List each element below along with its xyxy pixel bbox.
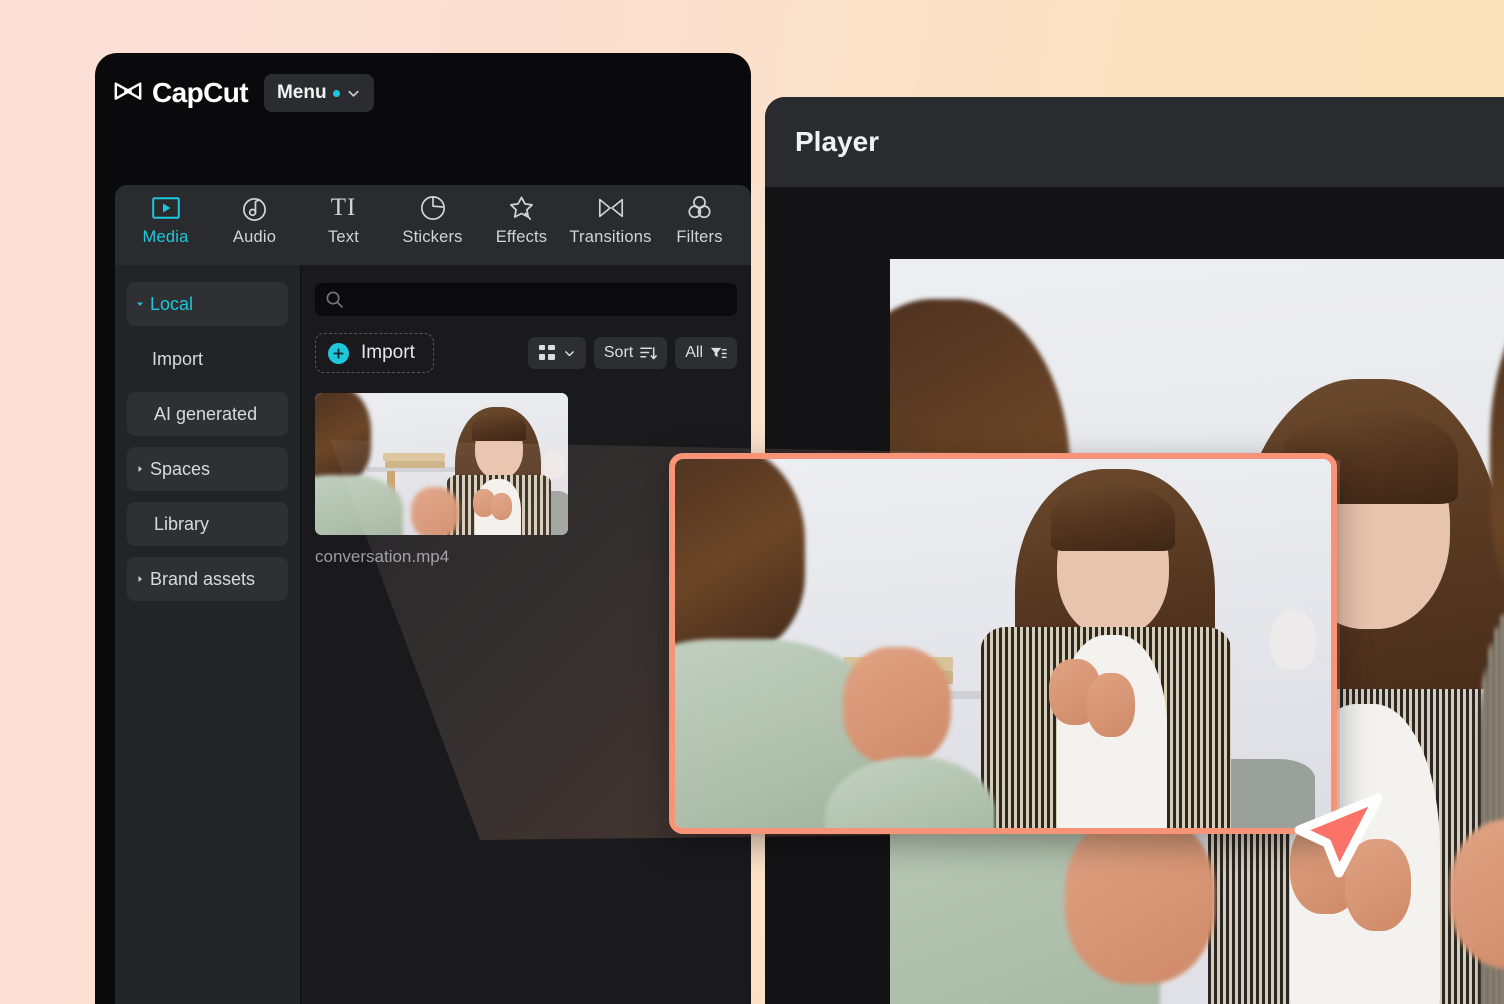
tab-effects-label: Effects bbox=[496, 228, 548, 247]
media-item-name: conversation.mp4 bbox=[315, 547, 568, 567]
menu-button-label: Menu bbox=[277, 82, 327, 104]
filter-funnel-icon bbox=[710, 345, 727, 362]
brand-logo: CapCut bbox=[113, 77, 248, 109]
sidebar-item-import[interactable]: Import bbox=[127, 337, 288, 381]
text-ti-icon: TI bbox=[331, 194, 357, 222]
sidebar-item-import-label: Import bbox=[152, 349, 203, 370]
chevron-down-icon bbox=[346, 86, 361, 101]
tab-media[interactable]: Media bbox=[121, 194, 210, 247]
sort-button-label: Sort bbox=[604, 344, 633, 362]
search-bar[interactable] bbox=[315, 283, 737, 316]
caret-right-icon bbox=[135, 464, 145, 474]
audio-note-icon bbox=[241, 194, 268, 222]
sidebar-item-spaces-label: Spaces bbox=[150, 459, 210, 480]
media-play-icon bbox=[152, 194, 180, 222]
tab-media-label: Media bbox=[143, 228, 189, 247]
sort-button[interactable]: Sort bbox=[594, 337, 667, 369]
conversation-thumbnail[interactable] bbox=[315, 393, 568, 535]
media-item-card[interactable]: conversation.mp4 bbox=[315, 393, 568, 567]
tab-stickers[interactable]: Stickers bbox=[388, 194, 477, 247]
menu-button[interactable]: Menu bbox=[264, 74, 374, 112]
tab-filters-label: Filters bbox=[676, 228, 722, 247]
search-icon bbox=[325, 290, 344, 309]
sidebar-item-brand-assets-label: Brand assets bbox=[150, 569, 255, 590]
sidebar-item-brand-assets[interactable]: Brand assets bbox=[127, 557, 288, 601]
chevron-down-icon bbox=[563, 347, 576, 360]
title-bar: CapCut Menu bbox=[95, 53, 751, 133]
effects-star-icon bbox=[508, 194, 535, 222]
sidebar-item-library-label: Library bbox=[154, 514, 209, 535]
video-frame-scene-zoomed bbox=[675, 459, 1331, 828]
capcut-logo-icon bbox=[113, 78, 143, 108]
sidebar-item-library[interactable]: Library bbox=[127, 502, 288, 546]
filter-button-label: All bbox=[685, 344, 703, 362]
notification-dot-icon bbox=[333, 90, 340, 97]
media-action-row: Import Sort bbox=[315, 333, 737, 373]
tab-audio-label: Audio bbox=[233, 228, 276, 247]
sidebar-item-local-label: Local bbox=[150, 294, 193, 315]
sticker-icon bbox=[420, 194, 446, 222]
editor-tab-strip[interactable]: Media Audio TI Text bbox=[115, 185, 751, 265]
plus-circle-icon bbox=[328, 343, 349, 364]
capcut-editor-window: CapCut Menu Media bbox=[95, 53, 751, 1004]
tab-text[interactable]: TI Text bbox=[299, 194, 388, 247]
search-input[interactable] bbox=[352, 292, 727, 308]
transitions-icon bbox=[597, 194, 625, 222]
zoom-preview-overlay[interactable] bbox=[669, 453, 1337, 834]
tab-audio[interactable]: Audio bbox=[210, 194, 299, 247]
import-button-label: Import bbox=[361, 342, 415, 364]
screen-root: Player bbox=[0, 0, 1504, 1004]
player-title: Player bbox=[795, 126, 879, 158]
filters-icon bbox=[686, 194, 713, 222]
tab-effects[interactable]: Effects bbox=[477, 194, 566, 247]
sidebar-item-local[interactable]: Local bbox=[127, 282, 288, 326]
import-button[interactable]: Import bbox=[315, 333, 434, 373]
editor-panel-body: Local Import AI generated Spaces bbox=[115, 265, 751, 1004]
tab-stickers-label: Stickers bbox=[402, 228, 462, 247]
grid-view-icon bbox=[538, 344, 556, 362]
view-mode-button[interactable] bbox=[528, 337, 586, 369]
tab-transitions[interactable]: Transitions bbox=[566, 194, 655, 247]
caret-down-icon bbox=[135, 299, 145, 309]
tab-filters[interactable]: Filters bbox=[655, 194, 744, 247]
sidebar-item-ai-generated-label: AI generated bbox=[154, 404, 257, 425]
media-sidebar: Local Import AI generated Spaces bbox=[115, 265, 300, 1004]
filter-button[interactable]: All bbox=[675, 337, 737, 369]
caret-right-icon bbox=[135, 574, 145, 584]
brand-name: CapCut bbox=[152, 77, 248, 109]
tab-text-label: Text bbox=[328, 228, 359, 247]
player-header: Player bbox=[765, 97, 1504, 187]
video-frame-scene-thumb bbox=[315, 393, 568, 535]
tab-transitions-label: Transitions bbox=[569, 228, 651, 247]
sidebar-item-spaces[interactable]: Spaces bbox=[127, 447, 288, 491]
sidebar-item-ai-generated[interactable]: AI generated bbox=[127, 392, 288, 436]
sort-lines-icon bbox=[640, 345, 657, 362]
